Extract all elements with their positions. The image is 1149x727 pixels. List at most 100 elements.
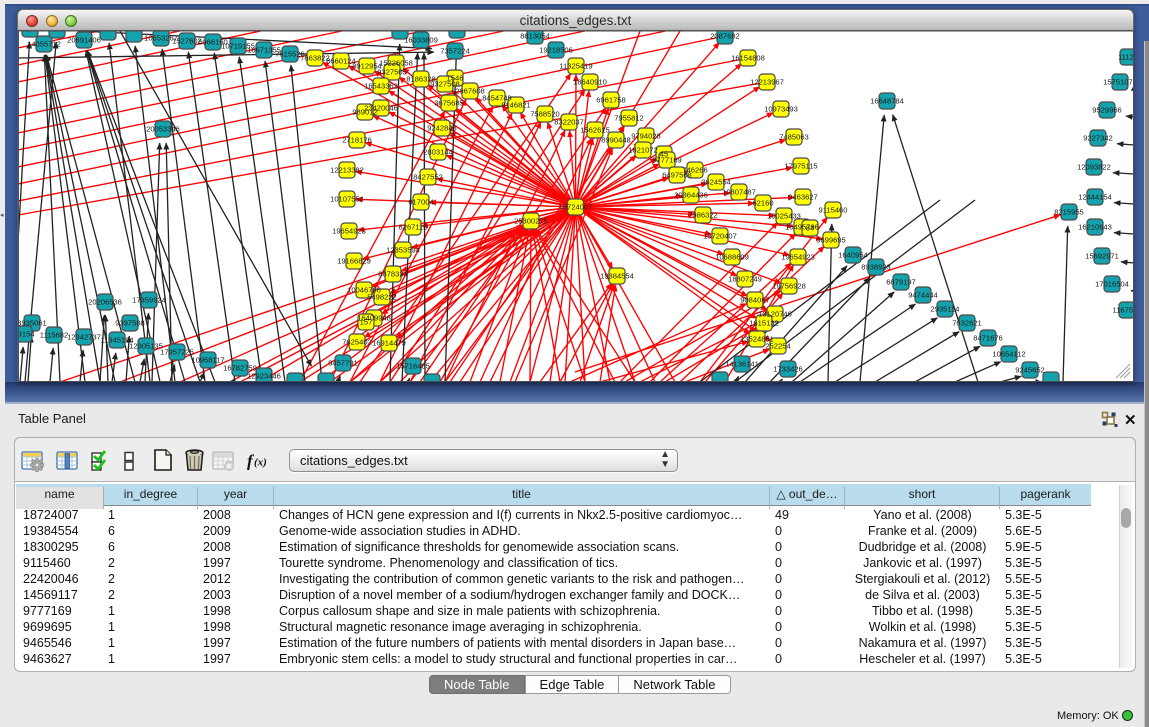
svg-text:8813054: 8813054 xyxy=(520,32,550,41)
svg-text:7485063: 7485063 xyxy=(779,133,809,142)
svg-text:9245652: 9245652 xyxy=(1015,366,1045,375)
svg-text:12213382: 12213382 xyxy=(330,166,364,175)
svg-text:15226058: 15226058 xyxy=(379,59,413,68)
svg-text:8215955: 8215955 xyxy=(1054,208,1084,217)
svg-text:17016504: 17016504 xyxy=(1095,280,1129,289)
svg-text:19166829: 19166829 xyxy=(337,257,371,266)
svg-text:1621072: 1621072 xyxy=(628,146,658,155)
svg-text:8990448: 8990448 xyxy=(601,136,631,145)
svg-text:9457791: 9457791 xyxy=(328,359,358,368)
svg-text:17975115: 17975115 xyxy=(784,162,817,171)
svg-text:8471676: 8471676 xyxy=(973,334,1003,343)
svg-text:16033809: 16033809 xyxy=(404,36,438,45)
svg-text:6497568: 6497568 xyxy=(662,171,692,180)
svg-text:84: 84 xyxy=(806,224,814,233)
svg-text:1562615: 1562615 xyxy=(580,126,610,135)
svg-text:8878334: 8878334 xyxy=(378,270,408,279)
svg-text:17359924: 17359924 xyxy=(132,296,166,305)
svg-text:7632621: 7632621 xyxy=(952,319,982,328)
svg-text:2967608: 2967608 xyxy=(455,87,485,96)
svg-text:9146821: 9146821 xyxy=(501,101,531,110)
svg-text:1615132: 1615132 xyxy=(749,319,779,328)
svg-text:6961758: 6961758 xyxy=(596,96,626,105)
svg-text:23420046: 23420046 xyxy=(364,104,398,113)
svg-text:12444154: 12444154 xyxy=(1078,193,1112,202)
svg-text:25300275: 25300275 xyxy=(514,217,548,226)
svg-text:14136141: 14136141 xyxy=(725,360,759,369)
svg-text:10025433: 10025433 xyxy=(767,212,801,221)
svg-text:9777169: 9777169 xyxy=(652,156,682,165)
svg-text:18640910: 18640910 xyxy=(573,78,607,87)
svg-text:617004: 617004 xyxy=(408,198,433,207)
svg-text:9084067: 9084067 xyxy=(740,296,770,305)
svg-text:10107554: 10107554 xyxy=(330,195,364,204)
svg-text:9327505: 9327505 xyxy=(377,68,407,77)
svg-text:8427552: 8427552 xyxy=(413,173,443,182)
svg-text:1115682: 1115682 xyxy=(40,331,68,340)
svg-text:19756928: 19756928 xyxy=(772,282,806,291)
svg-text:8938923: 8938923 xyxy=(861,263,891,272)
svg-text:3624554: 3624554 xyxy=(701,178,731,187)
svg-text:9474444: 9474444 xyxy=(908,291,938,300)
svg-text:6879197: 6879197 xyxy=(886,278,916,287)
svg-text:19654923: 19654923 xyxy=(781,253,815,262)
svg-text:15751074: 15751074 xyxy=(1103,78,1134,87)
svg-text:9794028: 9794028 xyxy=(631,132,661,141)
svg-text:9242848: 9242848 xyxy=(427,124,457,133)
svg-text:20206536: 20206536 xyxy=(88,298,122,307)
svg-text:7625402: 7625402 xyxy=(342,338,372,347)
svg-text:12905135: 12905135 xyxy=(129,342,163,351)
svg-text:9699695: 9699695 xyxy=(816,236,846,245)
svg-text:20053346: 20053346 xyxy=(146,125,180,134)
svg-text:7986322: 7986322 xyxy=(688,211,718,220)
svg-text:2087682: 2087682 xyxy=(710,32,740,41)
svg-text:10654112: 10654112 xyxy=(992,350,1025,359)
svg-text:17957225: 17957225 xyxy=(160,348,194,357)
svg-text:1167533: 1167533 xyxy=(1113,306,1135,315)
svg-text:8267110: 8267110 xyxy=(399,223,428,232)
svg-text:11325419: 11325419 xyxy=(559,62,592,71)
svg-text:2718176: 2718176 xyxy=(342,136,372,145)
svg-text:16210643: 16210643 xyxy=(1078,223,1112,232)
svg-text:10688609: 10688609 xyxy=(715,253,749,262)
svg-text:20364436: 20364436 xyxy=(674,191,708,200)
svg-text:19654923: 19654923 xyxy=(332,227,366,236)
svg-text:12213967: 12213967 xyxy=(750,78,784,87)
svg-text:18724007: 18724007 xyxy=(559,203,593,212)
svg-text:20691406: 20691406 xyxy=(67,36,101,45)
svg-text:62160: 62160 xyxy=(752,199,773,208)
svg-text:1733426: 1733426 xyxy=(773,365,803,374)
svg-text:19384554: 19384554 xyxy=(600,272,634,281)
svg-text:12353594: 12353594 xyxy=(386,246,420,255)
svg-text:12923446: 12923446 xyxy=(247,372,281,381)
svg-text:10120746: 10120746 xyxy=(758,310,792,319)
svg-text:15720407: 15720407 xyxy=(703,232,737,241)
svg-text:15716485: 15716485 xyxy=(396,362,430,371)
svg-text:9115460: 9115460 xyxy=(819,206,848,215)
svg-text:9397588: 9397588 xyxy=(115,319,145,328)
svg-text:19218506: 19218506 xyxy=(539,46,573,55)
svg-text:18807249: 18807249 xyxy=(728,275,762,284)
svg-text:9463627: 9463627 xyxy=(788,193,818,202)
svg-text:16914479: 16914479 xyxy=(372,339,406,348)
svg-text:11123: 11123 xyxy=(1118,53,1134,62)
svg-text:10807487: 10807487 xyxy=(722,188,756,197)
svg-text:2935114: 2935114 xyxy=(931,305,960,314)
svg-text:9227342: 9227342 xyxy=(1083,134,1113,143)
svg-text:7357224: 7357224 xyxy=(440,47,470,56)
svg-text:15692971: 15692971 xyxy=(1085,252,1119,261)
svg-text:14055712: 14055712 xyxy=(27,40,61,49)
svg-text:2803144: 2803144 xyxy=(423,148,453,157)
svg-text:16154808: 16154808 xyxy=(731,54,765,63)
svg-text:10958117: 10958117 xyxy=(191,356,224,365)
svg-text:252254: 252254 xyxy=(765,342,790,351)
svg-text:5498222: 5498222 xyxy=(367,293,397,302)
svg-text:12093822: 12093822 xyxy=(1077,163,1111,172)
svg-text:3675685: 3675685 xyxy=(434,99,464,108)
svg-text:3935061: 3935061 xyxy=(18,319,47,328)
svg-text:10973493: 10973493 xyxy=(764,105,798,114)
svg-text:(x): (x) xyxy=(254,457,267,469)
svg-text:39154: 39154 xyxy=(18,330,35,339)
svg-text:16648784: 16648784 xyxy=(870,97,904,106)
svg-text:157: 157 xyxy=(360,318,373,327)
